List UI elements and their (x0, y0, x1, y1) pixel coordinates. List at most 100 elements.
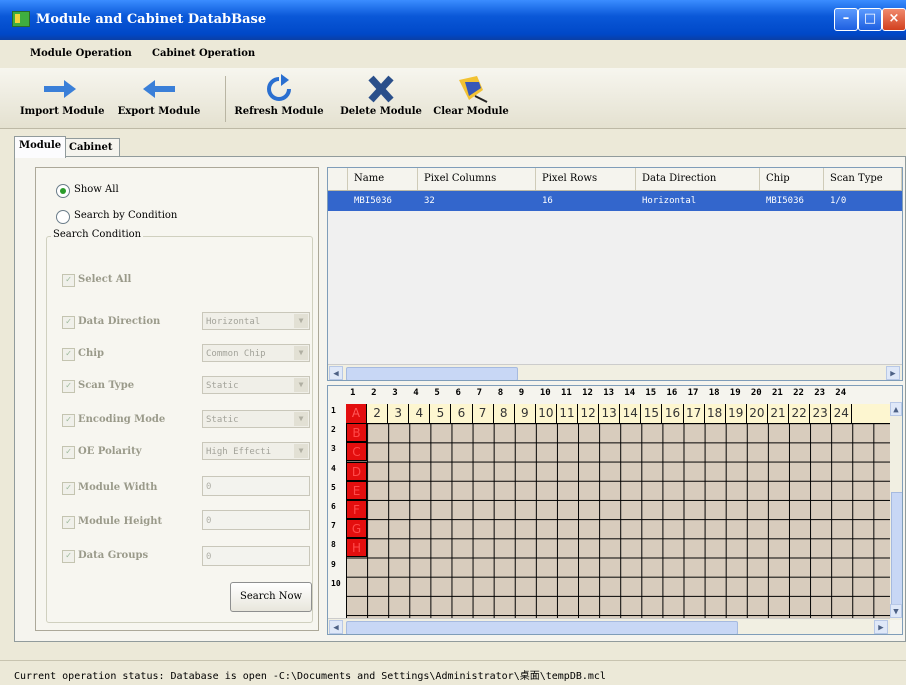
grid-cell[interactable]: 6 (452, 404, 473, 423)
column-header-data-direction[interactable]: Data Direction (636, 168, 760, 190)
encoding-mode-checkbox[interactable]: ✓ (62, 414, 75, 427)
grid-cell[interactable]: E (346, 480, 367, 500)
refresh-module-button[interactable]: Refresh Module (232, 70, 326, 126)
module-width-label: Module Width (78, 482, 158, 493)
clear-module-button[interactable]: Clear Module (432, 70, 510, 126)
scroll-thumb[interactable] (346, 621, 738, 634)
grid-cell[interactable]: F (346, 500, 367, 519)
grid-cell[interactable]: 12 (578, 404, 600, 423)
grid-cell[interactable]: 15 (641, 404, 663, 423)
grid-cell[interactable]: 3 (388, 404, 410, 423)
import-module-button[interactable]: Import Module (20, 70, 104, 126)
scroll-down-icon[interactable]: ▼ (890, 604, 902, 618)
oe-polarity-select[interactable]: High Effecti ▼ (202, 442, 310, 460)
chip-checkbox[interactable]: ✓ (62, 348, 75, 361)
column-number: 20 (750, 388, 762, 398)
grid-cell[interactable]: G (346, 519, 367, 539)
filter-panel: Show All Search by Condition Search Cond… (35, 167, 319, 631)
maximize-button[interactable]: □ (858, 8, 882, 31)
grid-cell[interactable]: C (346, 442, 367, 462)
menu-module-operation[interactable]: Module Operation (30, 48, 132, 59)
grid-cell[interactable]: 7 (473, 404, 494, 423)
export-module-button[interactable]: Export Module (106, 70, 212, 126)
grid-cell[interactable]: 23 (810, 404, 832, 423)
column-header-pixel-rows[interactable]: Pixel Rows (536, 168, 636, 190)
column-number: 2 (371, 388, 377, 398)
module-tab-page: Show All Search by Condition Search Cond… (14, 156, 906, 642)
encoding-mode-select[interactable]: Static ▼ (202, 410, 310, 428)
grid-cell[interactable]: 14 (620, 404, 642, 423)
close-button[interactable]: × (882, 8, 906, 31)
scroll-left-icon[interactable]: ◀ (329, 620, 343, 634)
select-all-label: Select All (78, 274, 132, 285)
grid-cell[interactable]: 20 (747, 404, 768, 423)
data-direction-select[interactable]: Horizontal ▼ (202, 312, 310, 330)
grid-cell[interactable]: 21 (768, 404, 789, 423)
tab-cabinet[interactable]: Cabinet (64, 138, 120, 157)
scroll-up-icon[interactable]: ▲ (890, 402, 902, 416)
delete-module-button[interactable]: Delete Module (340, 70, 422, 126)
delete-icon (368, 75, 394, 103)
scan-type-select[interactable]: Static ▼ (202, 376, 310, 394)
column-header-chip[interactable]: Chip (760, 168, 824, 190)
grid-cell[interactable]: A (346, 404, 367, 423)
grid-cell[interactable]: 2 (367, 404, 389, 423)
data-groups-field[interactable]: 0 (202, 546, 310, 566)
grid-cell[interactable]: 5 (430, 404, 452, 423)
column-number: 4 (413, 388, 419, 398)
row-number: 4 (331, 463, 336, 473)
scroll-left-icon[interactable]: ◀ (329, 366, 343, 380)
module-width-field[interactable]: 0 (202, 476, 310, 496)
grid-vertical-scrollbar[interactable]: ▲ ▼ (890, 402, 902, 620)
show-all-radio[interactable] (56, 184, 70, 198)
select-all-checkbox[interactable]: ✓ (62, 274, 75, 287)
cell-scan-type: 1/0 (830, 196, 847, 206)
scroll-right-icon[interactable]: ▶ (886, 366, 900, 380)
module-height-checkbox[interactable]: ✓ (62, 516, 75, 529)
table-row[interactable]: MBI5036 32 16 Horizontal MBI5036 1/0 (328, 191, 902, 211)
column-number: 19 (729, 388, 741, 398)
grid-cell[interactable]: 16 (663, 404, 684, 423)
pixel-cells[interactable] (346, 404, 890, 618)
menu-cabinet-operation[interactable]: Cabinet Operation (152, 48, 255, 59)
grid-cell[interactable]: 8 (494, 404, 515, 423)
scroll-thumb[interactable] (891, 492, 902, 614)
minimize-button[interactable]: – (834, 8, 858, 31)
column-number: 12 (582, 388, 593, 398)
chevron-down-icon: ▼ (294, 346, 308, 360)
search-by-condition-radio[interactable] (56, 210, 70, 224)
grid-cell[interactable]: 22 (789, 404, 811, 423)
grid-cell[interactable]: 18 (705, 404, 726, 423)
grid-cell[interactable]: 13 (599, 404, 621, 423)
chevron-down-icon: ▼ (294, 444, 308, 458)
scan-type-checkbox[interactable]: ✓ (62, 380, 75, 393)
grid-cell[interactable]: 19 (726, 404, 747, 423)
data-groups-checkbox[interactable]: ✓ (62, 550, 75, 563)
module-width-checkbox[interactable]: ✓ (62, 482, 75, 495)
grid-cell[interactable]: D (346, 461, 367, 481)
scroll-right-icon[interactable]: ▶ (874, 620, 888, 634)
chip-select[interactable]: Common Chip ▼ (202, 344, 310, 362)
grid-cell[interactable]: 11 (557, 404, 578, 423)
grid-cell[interactable]: 17 (684, 404, 705, 423)
scroll-thumb[interactable] (346, 367, 518, 380)
column-header-pixel-columns[interactable]: Pixel Columns (418, 168, 536, 190)
module-height-field[interactable]: 0 (202, 510, 310, 530)
data-direction-checkbox[interactable]: ✓ (62, 316, 75, 329)
grid-cell[interactable]: 4 (409, 404, 431, 423)
grid-cell[interactable]: 10 (536, 404, 557, 423)
broom-icon (459, 76, 488, 103)
search-now-button[interactable]: Search Now (230, 582, 312, 612)
grid-cell[interactable]: 24 (831, 404, 853, 423)
grid-horizontal-scrollbar[interactable]: ◀ ▶ (328, 618, 890, 634)
tab-module[interactable]: Module (14, 136, 66, 158)
grid-cell[interactable]: B (346, 423, 367, 443)
column-number: 17 (687, 388, 699, 398)
grid-cell[interactable]: H (346, 538, 367, 558)
title-bar[interactable]: Module and Cabinet DatabBase – □ × (0, 0, 906, 40)
column-header-scan-type[interactable]: Scan Type (824, 168, 902, 190)
column-header-name[interactable]: Name (348, 168, 418, 190)
grid-cell[interactable]: 9 (515, 404, 536, 423)
oe-polarity-checkbox[interactable]: ✓ (62, 446, 75, 459)
table-horizontal-scrollbar[interactable]: ◀ ▶ (328, 364, 902, 380)
